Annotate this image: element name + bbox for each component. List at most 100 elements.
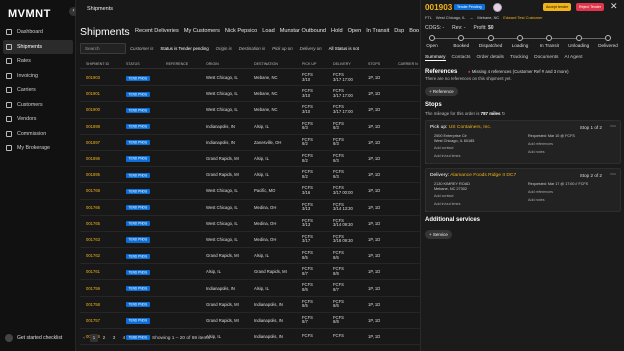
pager-prev[interactable]: ‹	[80, 334, 88, 342]
sidebar-item-carriers[interactable]: Carriers	[3, 83, 73, 97]
table-row[interactable]: 001757 TEND PNDG Grand Rapids, MI Indianapo…	[80, 313, 420, 329]
table-row[interactable]: 001895 TEND PNDG Grand Rapids, MI Alsip, IL…	[80, 167, 420, 184]
table-row[interactable]: 001897 TEND PNDG Indianapolis, IN Zanesvill…	[80, 135, 420, 151]
tab-ai-agent[interactable]: AI Agent	[564, 55, 582, 61]
column-header[interactable]: STOPS	[368, 59, 398, 68]
sidebar-item-customers[interactable]: Customers	[3, 98, 73, 112]
cell-id[interactable]: 001758	[84, 302, 126, 307]
column-header[interactable]: DESTINATION	[254, 59, 302, 68]
search-input[interactable]: Search	[80, 43, 126, 54]
view-tab[interactable]: Dsp	[394, 28, 404, 34]
table-row[interactable]: 001761 TEND PNDG Alsip, IL Grand Rapids, MI…	[80, 264, 420, 281]
filter-chip[interactable]: Pick up on	[272, 43, 293, 54]
add-contact-link[interactable]: Add contact	[434, 146, 453, 150]
cell-id[interactable]: 001759	[84, 286, 126, 291]
view-tab[interactable]: Nick Pepsico	[225, 28, 257, 34]
table-row[interactable]: 001901 TEND PNDG West Chicago, IL Mebane, N…	[80, 86, 420, 103]
tab-summary[interactable]: Summary	[425, 55, 446, 61]
tab-documents[interactable]: Documents	[534, 55, 558, 61]
cell-id[interactable]: 001901	[84, 91, 126, 96]
column-header[interactable]: DELIVERY	[333, 59, 368, 68]
stop-facility-link[interactable]: Alamance Foods Ridge II DC7	[450, 173, 516, 178]
cell-id[interactable]: 001763	[84, 237, 126, 242]
page-button[interactable]: 3	[110, 334, 118, 342]
add-references-link[interactable]: Add references	[528, 190, 553, 194]
avatar[interactable]	[493, 3, 502, 12]
sidebar-item-rates[interactable]: Rates	[3, 54, 73, 68]
view-tab[interactable]: Load	[262, 28, 274, 34]
cell-id[interactable]: 001761	[84, 269, 126, 274]
table-row[interactable]: 001900 TEND PNDG West Chicago, IL Mebane, N…	[80, 102, 420, 119]
page-button[interactable]: 1	[90, 334, 98, 342]
filter-chip[interactable]: All Status is not	[329, 43, 359, 54]
filter-chip[interactable]: Delivery on	[300, 43, 322, 54]
add-hours-link[interactable]: Add in/out times	[434, 154, 460, 158]
pager-next[interactable]: ›	[130, 334, 138, 342]
add-notes-link[interactable]: Add notes	[528, 198, 545, 202]
cell-id[interactable]: 001895	[84, 172, 126, 177]
add-notes-link[interactable]: Add notes	[528, 150, 545, 154]
column-header[interactable]: SHIPMENT ID	[84, 59, 126, 68]
cell-id[interactable]: 001903	[84, 75, 126, 80]
cell-id[interactable]: 001762	[84, 253, 126, 258]
column-header[interactable]: PICK UP	[302, 59, 333, 68]
cell-id[interactable]: 001898	[84, 124, 126, 129]
cell-id[interactable]: 001766	[84, 205, 126, 210]
cell-id[interactable]: 001768	[84, 188, 126, 193]
add-hours-link[interactable]: Add in/out times	[434, 202, 460, 206]
page-button[interactable]: 2	[100, 334, 108, 342]
sidebar-item-vendors[interactable]: Vendors	[3, 112, 73, 126]
view-tab[interactable]: In Transit	[366, 28, 389, 34]
table-row[interactable]: 001762 TEND PNDG Grand Rapids, MI Alsip, IL…	[80, 248, 420, 265]
table-row[interactable]: 001768 TEND PNDG West Chicago, IL Pacific, …	[80, 183, 420, 200]
column-header[interactable]: REFERENCE	[166, 59, 206, 68]
column-header[interactable]: CARRIER N	[398, 59, 420, 68]
cell-id[interactable]: 001765	[84, 221, 126, 226]
filter-chip[interactable]: Destination is	[239, 43, 265, 54]
table-row[interactable]: 001765 TEND PNDG West Chicago, IL Medina, O…	[80, 216, 420, 232]
table-row[interactable]: 001896 TEND PNDG Grand Rapids, MI Alsip, IL…	[80, 151, 420, 168]
page-button[interactable]: 4	[120, 334, 128, 342]
more-icon[interactable]: ⋯	[610, 171, 616, 178]
column-header[interactable]: STATUS	[126, 59, 166, 68]
more-icon[interactable]: ⋯	[610, 123, 616, 130]
add-service-button[interactable]: + Service	[425, 230, 452, 239]
view-tab[interactable]: Open	[348, 28, 362, 34]
view-tab[interactable]: Munstar Outbound	[280, 28, 326, 34]
add-contact-link[interactable]: Add contact	[434, 194, 453, 198]
filter-chip[interactable]: Origin is	[216, 43, 232, 54]
accept-tender-button[interactable]: Accept tender	[543, 3, 572, 11]
close-icon[interactable]: ✕	[610, 1, 618, 12]
stop-facility-link[interactable]: US Containers, Inc.	[449, 125, 491, 130]
tab-contacts[interactable]: Contacts	[452, 55, 471, 61]
sidebar-item-invoicing[interactable]: Invoicing	[3, 69, 73, 83]
cell-id[interactable]: 001896	[84, 156, 126, 161]
filter-chip[interactable]: Status is Tender pending	[160, 43, 208, 54]
cell-id[interactable]: 001897	[84, 140, 126, 145]
customer-link[interactable]: Edward Test Customer	[503, 15, 542, 20]
sidebar-item-dashboard[interactable]: Dashboard	[3, 25, 73, 39]
cell-id[interactable]: 001757	[84, 318, 126, 323]
tab-tracking[interactable]: Tracking	[510, 55, 528, 61]
reject-tender-button[interactable]: Reject Tender	[576, 3, 605, 11]
add-references-link[interactable]: Add references	[528, 142, 553, 146]
view-tab[interactable]: Hold	[331, 28, 343, 34]
filter-chip[interactable]: Customer is	[130, 43, 153, 54]
table-row[interactable]: 001903 TEND PNDG West Chicago, IL Mebane, N…	[80, 70, 420, 87]
column-header[interactable]: ORIGIN	[206, 59, 254, 68]
table-row[interactable]: 001758 TEND PNDG Grand Rapids, MI Indianapo…	[80, 297, 420, 313]
cell-id[interactable]: 001900	[84, 107, 126, 112]
sidebar-item-shipments[interactable]: Shipments	[3, 39, 73, 54]
table-row[interactable]: 001898 TEND PNDG Indianapolis, IN Alsip, IL…	[80, 119, 420, 135]
sidebar-item-commission[interactable]: Commission	[3, 127, 73, 141]
view-tab[interactable]: Boo	[409, 28, 419, 34]
table-row[interactable]: 001766 TEND PNDG West Chicago, IL Medina, O…	[80, 200, 420, 216]
view-tab[interactable]: My Customers	[184, 28, 220, 34]
tab-order-details[interactable]: Order details	[476, 55, 503, 61]
table-row[interactable]: 001759 TEND PNDG Indianapolis, IN Alsip, IL…	[80, 280, 420, 297]
add-reference-button[interactable]: + Reference	[425, 87, 458, 96]
view-tab[interactable]: Recent Deliveries	[135, 28, 179, 34]
table-row[interactable]: 001763 TEND PNDG West Chicago, IL Medina, O…	[80, 232, 420, 249]
get-started-checklist[interactable]: Get started checklist	[5, 334, 62, 342]
sidebar-item-my-brokerage[interactable]: My Brokerage	[3, 141, 73, 155]
